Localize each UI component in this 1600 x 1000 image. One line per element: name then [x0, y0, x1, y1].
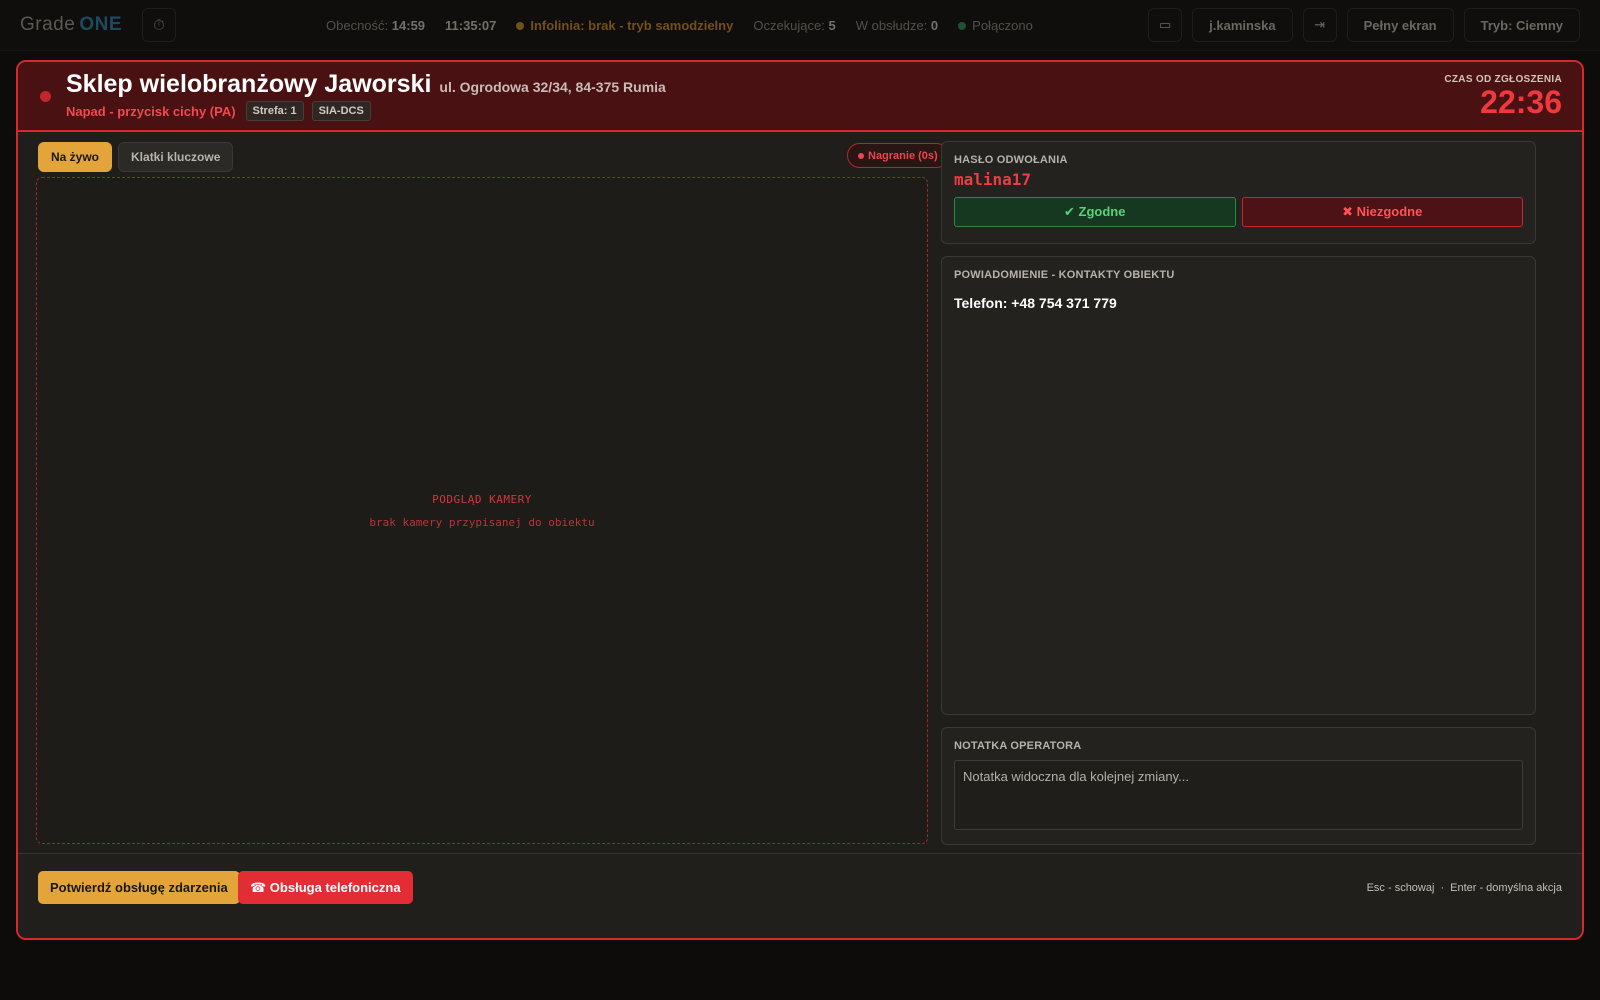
- top-right-controls: ▭ j.kaminska ⇥ Pełny ekran Tryb: Ciemny: [1148, 8, 1580, 42]
- hint-esc: Esc - schowaj: [1366, 882, 1435, 894]
- connection-dot-icon: [958, 22, 967, 31]
- timer-icon[interactable]: ⏱: [142, 8, 176, 42]
- pending-value: 5: [828, 17, 836, 33]
- theme-button[interactable]: Tryb: Ciemny: [1463, 8, 1580, 42]
- password-value: malina17: [954, 170, 1032, 189]
- zone-badge: Strefa: 1: [245, 101, 304, 121]
- object-title: Sklep wielobranżowy Jaworski: [66, 70, 432, 98]
- tab-keyframes[interactable]: Klatki kluczowe: [118, 142, 234, 172]
- alarm-modal: Sklep wielobranżowy Jaworski ul. Ogrodowa…: [16, 60, 1584, 940]
- top-bar: Grade ONE ⏱ Obecność: 14:59 11:35:07 Info…: [0, 0, 1600, 51]
- phone-handling-button[interactable]: ☎ Obsługa telefoniczna: [238, 871, 413, 904]
- password-label: HASŁO ODWOŁANIA: [954, 154, 1068, 166]
- in-service-status: W obsłudze: 0: [856, 18, 938, 33]
- tab-live[interactable]: Na żywo: [38, 142, 113, 172]
- keyboard-hints: Esc - schowaj · Enter - domyślna akcja: [1367, 882, 1562, 894]
- camera-placeholder-title: PODGLĄD KAMERY: [432, 492, 532, 506]
- clock: 11:35:07: [445, 17, 497, 33]
- connection-status: Połączono: [958, 18, 1033, 33]
- alarm-type: Napad - przycisk cichy (PA): [66, 103, 236, 119]
- camera-tabs: Na żywo Klatki kluczowe: [38, 142, 234, 172]
- note-label: NOTATKA OPERATORA: [954, 740, 1082, 752]
- recording-badge[interactable]: Nagranie (0s): [847, 143, 949, 168]
- contacts-panel: POWIADOMIENIE - KONTAKTY OBIEKTU Telefon…: [941, 256, 1536, 715]
- note-input[interactable]: [954, 760, 1523, 830]
- in-service-value: 0: [930, 17, 939, 33]
- logo-text: Grade: [20, 14, 76, 35]
- camera-placeholder-sub: brak kamery przypisanej do obiektu: [369, 515, 595, 529]
- status-strip: Obecność: 14:59 11:35:07 Infolinia: brak…: [326, 18, 1033, 33]
- presence-status: Obecność: 14:59: [326, 18, 425, 33]
- fullscreen-button[interactable]: Pełny ekran: [1346, 8, 1454, 42]
- infoline-text: Infolinia: brak - tryb samodzielny: [530, 17, 734, 33]
- password-actions: ✔ Zgodne ✖ Niezgodne: [954, 197, 1523, 227]
- modal-footer: Potwierdź obsługę zdarzenia ☎ Obsługa te…: [18, 853, 1582, 938]
- infoline-dot-icon: [516, 22, 525, 31]
- modal-header: Sklep wielobranżowy Jaworski ul. Ogrodowa…: [18, 62, 1582, 132]
- presence-label: Obecność:: [326, 17, 389, 33]
- password-mismatch-button[interactable]: ✖ Niezgodne: [1241, 197, 1523, 227]
- camera-preview: PODGLĄD KAMERY brak kamery przypisanej d…: [36, 177, 928, 844]
- hint-enter: Enter - domyślna akcja: [1450, 882, 1562, 894]
- object-title-row: Sklep wielobranżowy Jaworski ul. Ogrodowa…: [66, 70, 666, 99]
- protocol-badge: SIA-DCS: [311, 101, 371, 121]
- pending-status: Oczekujące: 5: [753, 18, 835, 33]
- connection-text: Połączono: [972, 17, 1033, 33]
- user-button[interactable]: j.kaminska: [1192, 8, 1293, 42]
- presence-value: 14:59: [391, 17, 426, 33]
- camera-icon[interactable]: ▭: [1148, 8, 1183, 42]
- contact-phone[interactable]: Telefon: +48 754 371 779: [954, 295, 1523, 311]
- password-panel: HASŁO ODWOŁANIA malina17 ✔ Zgodne ✖ Niez…: [941, 141, 1536, 244]
- object-address: ul. Ogrodowa 32/34, 84-375 Rumia: [439, 79, 666, 95]
- recording-text: Nagranie (0s): [868, 149, 938, 162]
- password-match-button[interactable]: ✔ Zgodne: [954, 197, 1236, 227]
- pending-label: Oczekujące:: [753, 17, 825, 33]
- elapsed-time: 22:36: [1480, 84, 1562, 120]
- note-panel: NOTATKA OPERATORA: [941, 727, 1536, 845]
- logo-accent: ONE: [79, 14, 122, 35]
- infoline-status: Infolinia: brak - tryb samodzielny: [516, 18, 733, 33]
- logout-icon[interactable]: ⇥: [1302, 8, 1337, 42]
- hint-separator: ·: [1440, 882, 1445, 894]
- contacts-label: POWIADOMIENIE - KONTAKTY OBIEKTU: [954, 269, 1175, 281]
- app-logo: Grade ONE: [20, 14, 122, 36]
- alarm-pulse-icon: [40, 91, 51, 102]
- recording-dot-icon: [858, 152, 864, 159]
- in-service-label: W obsłudze:: [855, 17, 928, 33]
- confirm-event-button[interactable]: Potwierdź obsługę zdarzenia: [38, 871, 240, 904]
- alarm-subline: Napad - przycisk cichy (PA) Strefa: 1 SI…: [66, 101, 371, 121]
